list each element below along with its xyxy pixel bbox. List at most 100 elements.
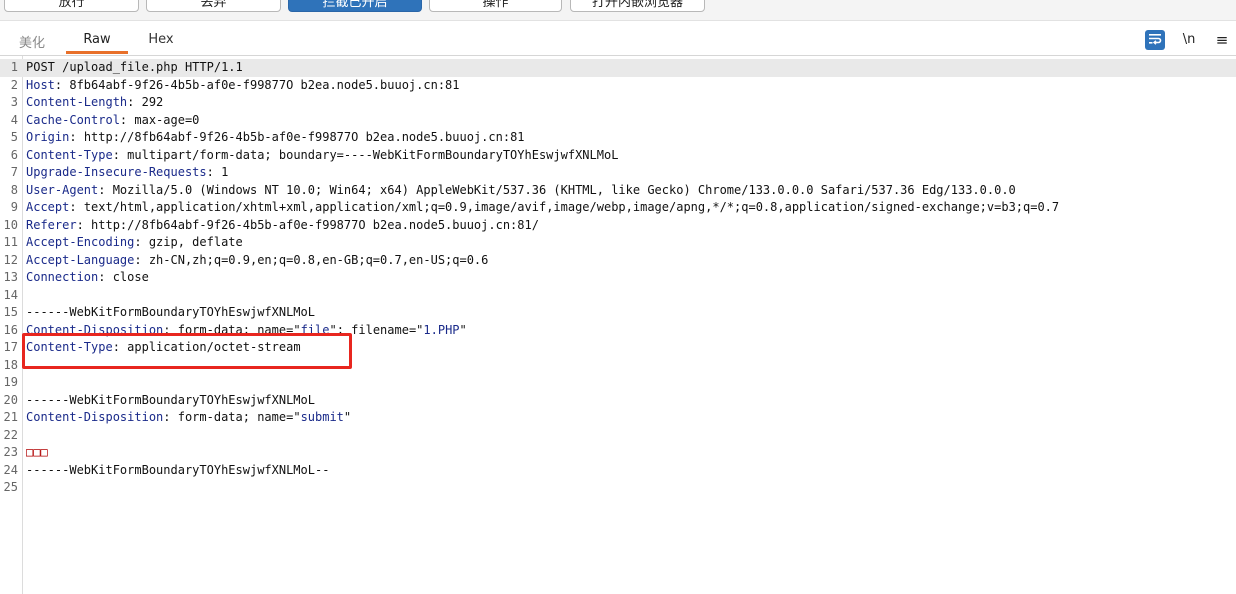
header-separator: : bbox=[134, 235, 149, 249]
line-number: 13 bbox=[3, 270, 18, 284]
line-number: 17 bbox=[3, 340, 18, 354]
tab-pretty[interactable]: 美化 bbox=[10, 32, 54, 54]
header-name: Origin bbox=[26, 130, 70, 144]
code-line[interactable]: 18 bbox=[0, 357, 1236, 375]
code-line[interactable]: 6 Content-Type: multipart/form-data; boun… bbox=[0, 147, 1236, 165]
header-value: POST /upload_file.php HTTP/1.1 bbox=[26, 60, 243, 74]
header-value: zh-CN,zh;q=0.9,en;q=0.8,en-GB;q=0.7,en-U… bbox=[148, 252, 489, 267]
header-value: form-data; name=" bbox=[177, 322, 301, 337]
intercept-toggle-button[interactable]: 拦截已开启 bbox=[288, 0, 422, 12]
drop-button[interactable]: 丢弃 bbox=[146, 0, 281, 12]
line-number: 16 bbox=[3, 322, 18, 337]
header-name: Content-Disposition bbox=[26, 410, 164, 424]
header-value: ------WebKitFormBoundaryTOYhEswjwfXNLMoL bbox=[26, 392, 315, 407]
header-separator: : bbox=[98, 182, 113, 197]
line-text: Connection: close bbox=[26, 269, 149, 287]
newline-toggle-icon[interactable]: \n bbox=[1179, 30, 1199, 50]
forward-button[interactable]: 放行 bbox=[4, 0, 139, 12]
code-line[interactable]: 25 bbox=[0, 479, 1236, 497]
code-line[interactable]: 14 bbox=[0, 287, 1236, 305]
header-separator: : bbox=[134, 252, 149, 267]
header-value: ------WebKitFormBoundaryTOYhEswjwfXNLMoL bbox=[26, 305, 315, 319]
header-name: Cache-Control bbox=[26, 112, 120, 127]
line-number: 18 bbox=[3, 357, 18, 372]
open-browser-button[interactable]: 打开内嵌浏览器 bbox=[570, 0, 705, 12]
line-number: 2 bbox=[10, 77, 18, 92]
header-name: Referer bbox=[26, 217, 77, 232]
code-line[interactable]: 16 Content-Disposition: form-data; name="… bbox=[0, 322, 1236, 340]
request-editor[interactable]: 1 POST /upload_file.php HTTP/1.1 2 Host: 8f… bbox=[0, 56, 1236, 594]
line-text: Cache-Control: max-age=0 bbox=[26, 112, 199, 130]
header-name: Accept-Encoding bbox=[26, 235, 135, 249]
header-separator: : bbox=[127, 95, 142, 109]
header-value: form-data; name=" bbox=[177, 410, 301, 424]
header-value: gzip, deflate bbox=[148, 235, 243, 249]
code-line[interactable]: 20 ------WebKitFormBoundaryTOYhEswjwfXNLM… bbox=[0, 392, 1236, 410]
code-line[interactable]: 17 Content-Type: application/octet-stream bbox=[0, 339, 1236, 357]
header-name: Content-Type bbox=[26, 147, 113, 162]
line-text: Host: 8fb64abf-9f26-4b5b-af0e-f99877O b2… bbox=[26, 77, 460, 95]
code-line[interactable]: 11 Accept-Encoding: gzip, deflate bbox=[0, 234, 1236, 252]
header-separator: : bbox=[54, 77, 70, 92]
header-separator: : bbox=[112, 340, 128, 354]
header-value: application/octet-stream bbox=[127, 340, 301, 354]
header-name: Content-Disposition bbox=[26, 322, 164, 337]
line-number: 20 bbox=[3, 392, 18, 407]
line-text: POST /upload_file.php HTTP/1.1 bbox=[26, 59, 243, 77]
header-separator: : bbox=[163, 322, 178, 337]
header-separator: : bbox=[69, 200, 84, 214]
header-value: 292 bbox=[141, 95, 164, 109]
line-number: 21 bbox=[3, 410, 18, 424]
line-text: Origin: http://8fb64abf-9f26-4b5b-af0e-f… bbox=[26, 129, 525, 147]
line-text: Referer: http://8fb64abf-9f26-4b5b-af0e-… bbox=[26, 217, 539, 235]
line-number: 25 bbox=[3, 480, 18, 494]
line-number: 10 bbox=[3, 217, 18, 232]
line-text: Upgrade-Insecure-Requests: 1 bbox=[26, 164, 228, 182]
form-field-name: submit bbox=[300, 410, 344, 424]
code-line[interactable]: 4 Cache-Control: max-age=0 bbox=[0, 112, 1236, 130]
code-line[interactable]: 13 Connection: close bbox=[0, 269, 1236, 287]
code-line[interactable]: 5 Origin: http://8fb64abf-9f26-4b5b-af0e-… bbox=[0, 129, 1236, 147]
form-field-name: file bbox=[300, 322, 330, 337]
header-name: Upgrade-Insecure-Requests bbox=[26, 165, 207, 179]
header-separator: : bbox=[112, 147, 128, 162]
line-number: 24 bbox=[3, 462, 18, 477]
line-text: ------WebKitFormBoundaryTOYhEswjwfXNLMoL bbox=[26, 304, 315, 322]
header-separator: : bbox=[206, 165, 222, 179]
code-line[interactable]: 8 User-Agent: Mozilla/5.0 (Windows NT 10.… bbox=[0, 182, 1236, 200]
tab-hex[interactable]: Hex bbox=[140, 32, 182, 54]
code-line[interactable]: 19 bbox=[0, 374, 1236, 392]
header-value: 1 bbox=[221, 165, 229, 179]
header-separator: : bbox=[163, 410, 178, 424]
code-line[interactable]: 15 ------WebKitFormBoundaryTOYhEswjwfXNLM… bbox=[0, 304, 1236, 322]
code-line[interactable]: 10 Referer: http://8fb64abf-9f26-4b5b-af0… bbox=[0, 217, 1236, 235]
line-text: Content-Disposition: form-data; name="su… bbox=[26, 409, 351, 427]
code-line[interactable]: 9 Accept: text/html,application/xhtml+xml… bbox=[0, 199, 1236, 217]
line-number: 11 bbox=[3, 235, 18, 249]
quote-text: "; filename=" bbox=[329, 322, 424, 337]
line-number: 23 bbox=[3, 445, 18, 459]
form-filename: 1.PHP bbox=[423, 322, 460, 337]
header-name: Connection bbox=[26, 270, 99, 284]
code-line[interactable]: 21 Content-Disposition: form-data; name="… bbox=[0, 409, 1236, 427]
line-text: Accept: text/html,application/xhtml+xml,… bbox=[26, 199, 1059, 217]
code-line[interactable]: 12 Accept-Language: zh-CN,zh;q=0.9,en;q=0… bbox=[0, 252, 1236, 270]
quote-text: " bbox=[459, 322, 467, 337]
word-wrap-icon[interactable] bbox=[1145, 30, 1165, 50]
line-text: Content-Length: 292 bbox=[26, 94, 163, 112]
code-line[interactable]: 7 Upgrade-Insecure-Requests: 1 bbox=[0, 164, 1236, 182]
line-number: 6 bbox=[10, 147, 18, 162]
code-line[interactable]: 22 bbox=[0, 427, 1236, 445]
line-text: ------WebKitFormBoundaryTOYhEswjwfXNLMoL bbox=[26, 392, 315, 410]
code-line[interactable]: 3 Content-Length: 292 bbox=[0, 94, 1236, 112]
menu-icon[interactable]: ≡ bbox=[1212, 30, 1232, 50]
code-line[interactable]: 24 ------WebKitFormBoundaryTOYhEswjwfXNLM… bbox=[0, 462, 1236, 480]
toolbar: 放行 丢弃 拦截已开启 操作 打开内嵌浏览器 bbox=[0, 0, 1236, 21]
view-tabs: 美化 Raw Hex \n ≡ bbox=[0, 22, 1236, 56]
header-name: User-Agent bbox=[26, 182, 99, 197]
code-line[interactable]: 2 Host: 8fb64abf-9f26-4b5b-af0e-f99877O b… bbox=[0, 77, 1236, 95]
tab-raw[interactable]: Raw bbox=[66, 32, 128, 54]
code-line[interactable]: 1 POST /upload_file.php HTTP/1.1 bbox=[0, 59, 1236, 77]
code-line[interactable]: 23 □□□ bbox=[0, 444, 1236, 462]
action-button[interactable]: 操作 bbox=[429, 0, 562, 12]
